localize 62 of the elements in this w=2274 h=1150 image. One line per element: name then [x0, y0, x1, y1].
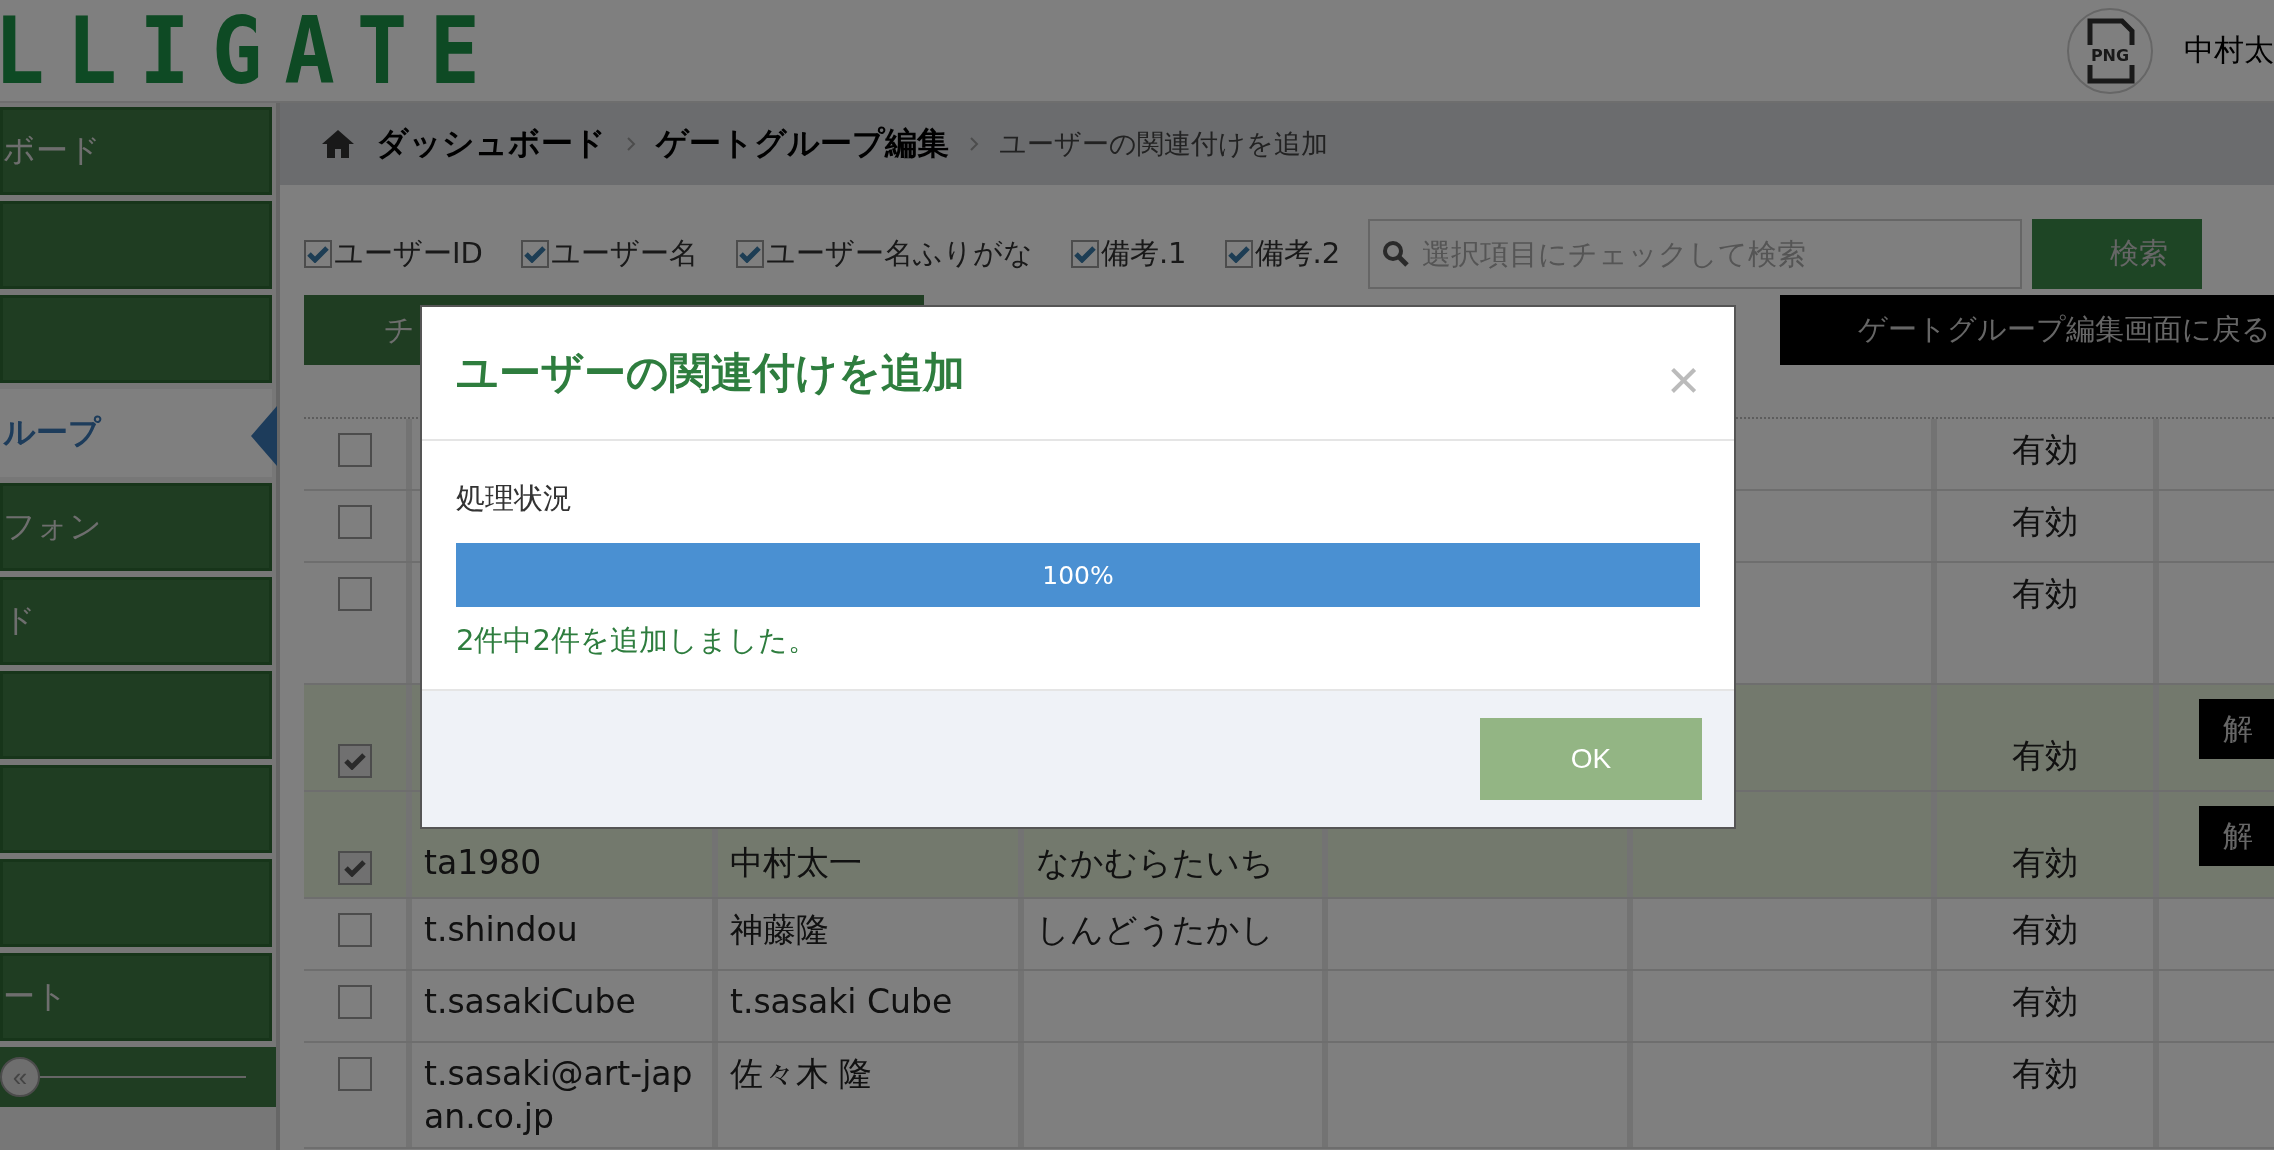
checkbox[interactable] — [1224, 240, 1253, 268]
checkbox[interactable] — [735, 240, 764, 268]
checkbox[interactable] — [338, 744, 372, 778]
dialog-title: ユーザーの関連付けを追加 — [456, 347, 965, 399]
home-icon — [320, 128, 356, 160]
table-row[interactable]: t.shindou 神藤隆 しんどうたかし 有効 — [304, 899, 2274, 971]
checkbox[interactable] — [520, 240, 549, 268]
breadcrumb-link[interactable]: ダッシュボード — [376, 122, 606, 166]
collapse-button[interactable]: « — [0, 1057, 40, 1097]
checkbox[interactable] — [338, 913, 372, 947]
checkbox-label: ユーザー名ふりがな — [765, 235, 1033, 272]
checkbox-label: 備考.2 — [1254, 235, 1341, 272]
result-message: 2件中2件を追加しました。 — [456, 622, 818, 659]
table-row[interactable]: t.sasaki@art-jap an.co.jp 佐々木 隆 有効 — [304, 1043, 2274, 1149]
progress-reading: 100% — [1042, 560, 1114, 590]
check-icon — [307, 245, 329, 263]
check-icon — [344, 859, 366, 877]
check-icon — [523, 245, 546, 263]
checkbox[interactable] — [338, 433, 372, 467]
sidebar-item[interactable]: フォン — [0, 483, 272, 571]
ok-button[interactable]: OK — [1480, 718, 1702, 800]
checkbox-label: 備考.1 — [1100, 235, 1187, 272]
checkbox[interactable] — [304, 240, 332, 268]
logo: LLIGATE — [0, 0, 502, 105]
check-icon — [344, 752, 366, 770]
close-button[interactable]: × — [1667, 352, 1700, 408]
checkbox-label: ユーザーID — [334, 235, 483, 272]
breadcrumb-current: ユーザーの関連付けを追加 — [999, 127, 1328, 161]
check-icon — [1073, 245, 1096, 263]
table-cell: 佐々木 隆 — [718, 1043, 1024, 1147]
checkbox[interactable] — [338, 505, 372, 539]
sidebar-item[interactable] — [0, 295, 272, 383]
table-cell: 有効 — [1937, 1043, 2159, 1147]
chevron-icon — [626, 136, 636, 152]
breadcrumb-link[interactable]: ゲートグループ編集 — [656, 122, 949, 166]
sidebar-item[interactable] — [0, 201, 272, 289]
checkbox[interactable] — [338, 851, 372, 885]
user-name[interactable]: 中村太 — [2184, 30, 2274, 71]
release-button[interactable]: 解 — [2199, 699, 2274, 759]
check-icon — [1227, 245, 1250, 263]
back-button[interactable]: ゲートグループ編集画面に戻る — [1780, 295, 2274, 365]
table-row[interactable]: t.sasakiCube t.sasaki Cube 有効 — [304, 971, 2274, 1043]
table-cell: t.sasaki@art-jap an.co.jp — [412, 1043, 718, 1147]
checkbox[interactable] — [338, 985, 372, 1019]
checkbox[interactable] — [338, 1057, 372, 1091]
sidebar-item[interactable]: ボード — [0, 107, 272, 195]
sidebar-item[interactable]: ート — [0, 953, 272, 1041]
sidebar-item[interactable]: ド — [0, 577, 272, 665]
search-icon — [1382, 240, 1411, 268]
checkbox-label: ユーザー名 — [550, 235, 698, 272]
sidebar-item[interactable] — [0, 671, 272, 759]
search-button[interactable]: 検索 — [2032, 219, 2203, 289]
release-button[interactable]: 解 — [2199, 806, 2274, 866]
checkbox[interactable] — [1070, 240, 1099, 268]
pointer-icon — [251, 406, 277, 466]
chevron-icon — [969, 136, 979, 152]
checkbox[interactable] — [338, 577, 372, 611]
sidebar-item[interactable] — [0, 859, 272, 947]
check-icon — [738, 245, 761, 263]
sidebar-item[interactable] — [0, 765, 272, 853]
status-label: 処理状況 — [456, 480, 573, 517]
avatar-icon: PNG — [2066, 6, 2154, 95]
